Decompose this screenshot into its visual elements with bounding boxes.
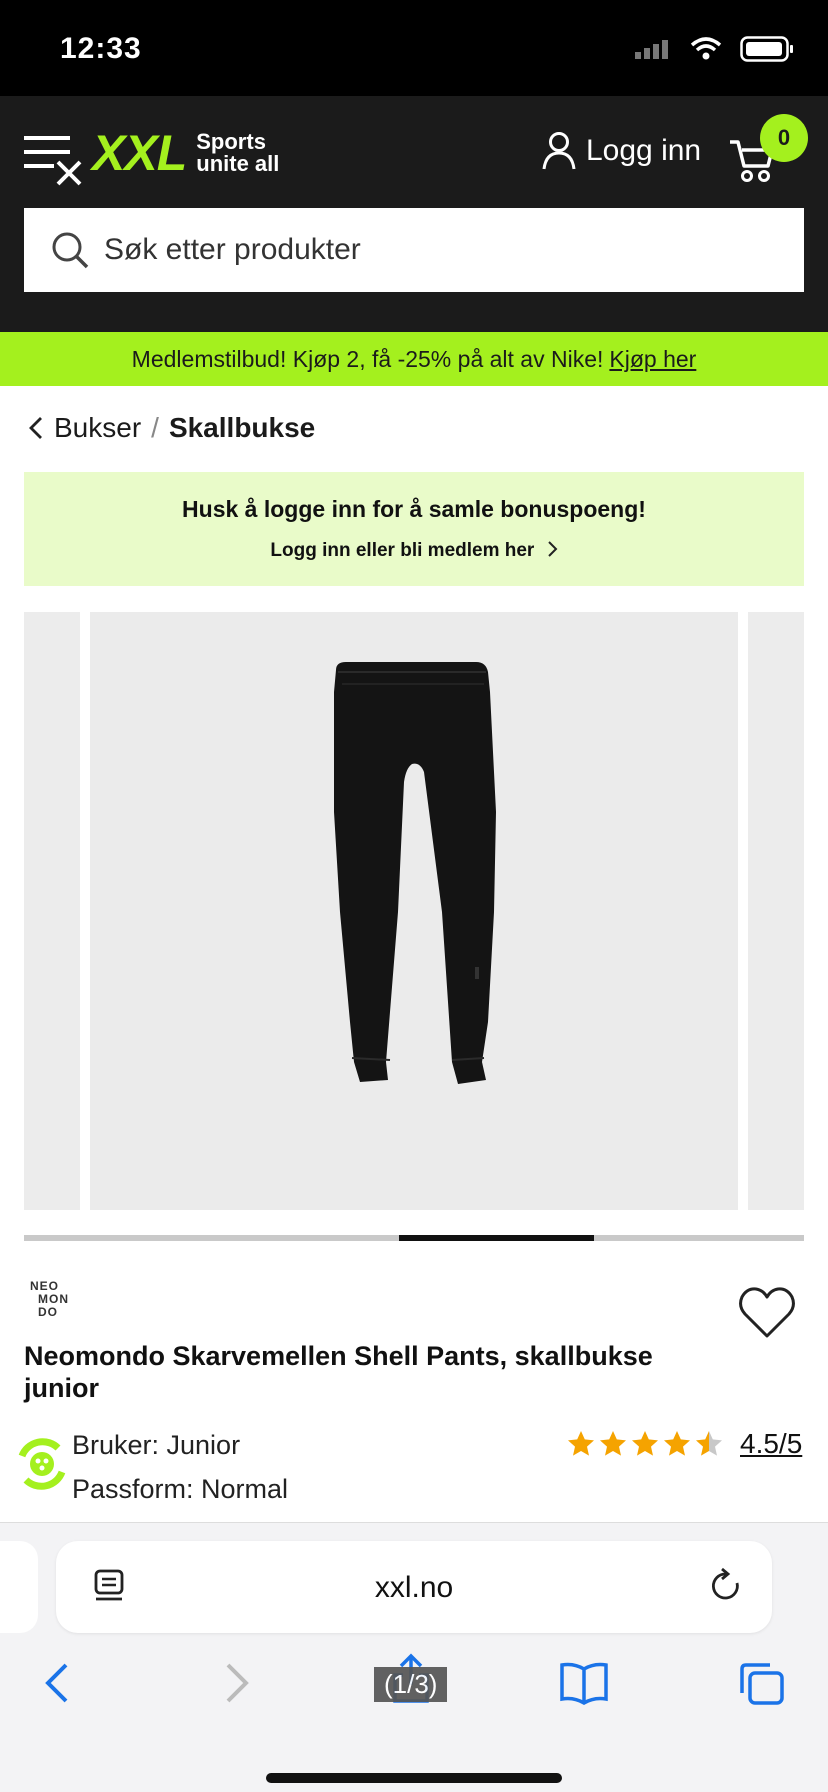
star-icon bbox=[696, 1431, 722, 1456]
page: 12:33 XXL Sports unite all Logg inn 0 Sø… bbox=[0, 0, 828, 1792]
forward-icon[interactable] bbox=[222, 1661, 252, 1705]
gallery-next-slide[interactable] bbox=[748, 612, 804, 1210]
menu-close-icon bbox=[24, 136, 82, 186]
product-attribute-fit: Passform: Normal bbox=[72, 1474, 289, 1504]
battery-icon bbox=[740, 36, 793, 62]
bookmarks-icon[interactable] bbox=[558, 1661, 610, 1705]
product-gallery[interactable] bbox=[0, 612, 828, 1212]
previous-tab-peek[interactable] bbox=[0, 1541, 38, 1633]
site-header: XXL Sports unite all Logg inn 0 Søk ette… bbox=[0, 96, 828, 332]
rating-stars bbox=[566, 1429, 724, 1459]
home-indicator bbox=[266, 1773, 562, 1783]
logo-wordmark: XXL bbox=[92, 125, 187, 181]
logo-tagline: Sports unite all bbox=[196, 131, 279, 175]
page-counter: (1/3) bbox=[374, 1667, 448, 1702]
search-input[interactable]: Søk etter produkter bbox=[24, 208, 804, 292]
login-button[interactable]: Logg inn bbox=[542, 126, 701, 176]
product-image[interactable] bbox=[90, 612, 738, 1210]
address-bar[interactable]: xxl.no bbox=[56, 1541, 772, 1633]
bonus-login-banner: Husk å logge inn for å samle bonuspoeng!… bbox=[24, 472, 804, 586]
back-icon[interactable] bbox=[42, 1661, 72, 1705]
breadcrumb: Bukser / Skallbukse bbox=[28, 412, 315, 444]
search-placeholder: Søk etter produkter bbox=[104, 233, 361, 266]
xxl-logo[interactable]: XXL Sports unite all bbox=[92, 124, 279, 182]
bonus-banner-link[interactable]: Logg inn eller bli medlem her bbox=[24, 540, 804, 562]
search-icon bbox=[52, 232, 89, 269]
status-icons bbox=[634, 36, 794, 62]
promo-text: Medlemstilbud! Kjøp 2, få -25% på alt av… bbox=[131, 345, 604, 372]
reload-icon[interactable] bbox=[708, 1567, 744, 1605]
star-icon bbox=[568, 1431, 594, 1456]
wifi-icon bbox=[690, 37, 722, 60]
gallery-scrollbar[interactable] bbox=[24, 1235, 804, 1241]
breadcrumb-parent[interactable]: Bukser bbox=[54, 412, 141, 444]
url-text: xxl.no bbox=[374, 1571, 454, 1604]
gallery-scroll-thumb[interactable] bbox=[399, 1235, 594, 1241]
product-rating[interactable]: 4.5/5 bbox=[566, 1428, 802, 1460]
gallery-prev-slide[interactable] bbox=[24, 612, 80, 1210]
wishlist-button[interactable] bbox=[738, 1286, 796, 1340]
promo-link[interactable]: Kjøp her bbox=[609, 346, 696, 373]
signal-icon bbox=[635, 40, 668, 59]
star-icon bbox=[664, 1431, 690, 1456]
cart-count-badge: 0 bbox=[760, 114, 808, 162]
heart-icon bbox=[739, 1287, 795, 1338]
product-title: Neomondo Skarvemellen Shell Pants, skall… bbox=[24, 1341, 653, 1403]
product-attribute-user: Bruker: Junior bbox=[72, 1430, 241, 1460]
loyalty-badge-icon[interactable] bbox=[12, 1434, 72, 1494]
status-bar: 12:33 bbox=[0, 0, 828, 96]
chevron-right-icon bbox=[547, 541, 558, 557]
chevron-left-icon[interactable] bbox=[28, 415, 44, 441]
bonus-banner-title: Husk å logge inn for å samle bonuspoeng! bbox=[182, 496, 646, 522]
logo-tagline-line-2: unite all bbox=[196, 151, 280, 176]
status-time: 12:33 bbox=[60, 32, 142, 65]
bonus-banner-link-label: Logg inn eller bli medlem her bbox=[270, 540, 535, 561]
cart-button[interactable]: 0 bbox=[728, 114, 808, 184]
star-icon bbox=[600, 1431, 626, 1456]
shell-pants-image bbox=[334, 662, 496, 1084]
login-label: Logg inn bbox=[586, 134, 702, 167]
brand-logo[interactable]: NEO MON DO bbox=[30, 1280, 100, 1319]
promo-banner: Medlemstilbud! Kjøp 2, få -25% på alt av… bbox=[0, 332, 828, 386]
browser-toolbar: xxl.no (1/3) bbox=[0, 1522, 828, 1792]
rating-value[interactable]: 4.5/5 bbox=[740, 1428, 802, 1460]
menu-button[interactable] bbox=[22, 130, 88, 188]
star-icon bbox=[632, 1431, 658, 1456]
tabs-icon[interactable] bbox=[736, 1661, 786, 1707]
brand-logo-line-3: DO bbox=[38, 1305, 58, 1319]
user-icon bbox=[542, 132, 576, 170]
breadcrumb-separator: / bbox=[151, 412, 159, 443]
breadcrumb-current: Skallbukse bbox=[168, 412, 316, 443]
